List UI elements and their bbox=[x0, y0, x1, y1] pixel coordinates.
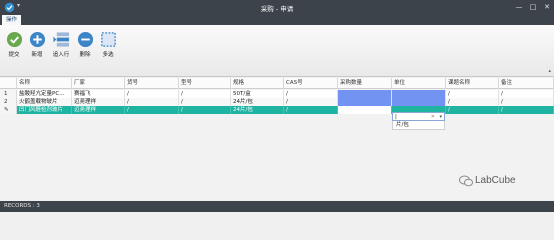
delete-button[interactable]: 删除 bbox=[74, 29, 96, 63]
cell-item-no[interactable]: / bbox=[125, 90, 179, 98]
column-header-project[interactable]: 课题名称 bbox=[446, 78, 499, 89]
row-number: 1 bbox=[0, 90, 17, 98]
wechat-icon bbox=[459, 175, 473, 187]
close-icon[interactable]: ✕ bbox=[540, 1, 554, 14]
cell-name[interactable]: 凹门风醛检剂玻片 bbox=[17, 106, 72, 114]
cell-manufacturer[interactable]: 迈尧理祥 bbox=[72, 98, 125, 106]
submit-label: 提交 bbox=[8, 52, 20, 58]
status-bar: RECORDS : 3 bbox=[0, 201, 554, 212]
multi-select-button[interactable]: 多选 bbox=[97, 29, 119, 63]
cell-remark[interactable]: / bbox=[499, 106, 554, 114]
cell-project[interactable]: / bbox=[446, 106, 499, 114]
row-edit-icon: ✎ bbox=[0, 106, 17, 114]
column-header-unit[interactable]: 单位 bbox=[392, 78, 446, 89]
multi-select-label: 多选 bbox=[102, 52, 114, 58]
window-title: 采购 - 申请 bbox=[260, 5, 294, 13]
table-row-selected[interactable]: ✎ 凹门风醛检剂玻片 迈尧理祥 / / 24片/包 / / / bbox=[0, 106, 554, 114]
ribbon-tabstrip: 操作 bbox=[0, 15, 554, 25]
check-circle-icon bbox=[6, 31, 22, 48]
delete-label: 删除 bbox=[79, 52, 91, 58]
cell-unit[interactable] bbox=[392, 98, 446, 106]
cell-manufacturer[interactable]: 赛福飞 bbox=[72, 90, 125, 98]
column-header-remark[interactable]: 备注 bbox=[499, 78, 554, 89]
minimize-icon[interactable]: — bbox=[512, 1, 526, 14]
records-count: RECORDS : 3 bbox=[4, 203, 40, 209]
cell-spec[interactable]: 24片/包 bbox=[231, 106, 284, 114]
table-row[interactable]: 2 火鹤盖载物玻片 迈尧理祥 / / 24片/包 / / / bbox=[0, 98, 554, 106]
insert-row-icon bbox=[52, 32, 69, 47]
cell-project[interactable]: / bbox=[446, 90, 499, 98]
cell-spec[interactable]: 24片/包 bbox=[231, 98, 284, 106]
chevron-down-icon[interactable]: ▾ bbox=[439, 113, 442, 121]
insert-row-label: 追入行 bbox=[52, 52, 70, 58]
cell-remark[interactable]: / bbox=[499, 90, 554, 98]
ribbon-toolbar: 提交 新增 追入行 删除 多选 ▴ bbox=[0, 25, 554, 77]
column-header-name[interactable]: 名称 bbox=[17, 78, 72, 89]
ribbon-collapse-icon[interactable]: ▴ bbox=[548, 68, 551, 74]
labcube-watermark: LabCube bbox=[459, 172, 539, 192]
cell-cas[interactable]: / bbox=[284, 98, 338, 106]
cell-name[interactable]: 火鹤盖载物玻片 bbox=[17, 98, 72, 106]
maximize-icon[interactable]: □ bbox=[526, 1, 540, 14]
insert-row-button[interactable]: 追入行 bbox=[49, 29, 73, 63]
cell-model[interactable]: / bbox=[179, 90, 231, 98]
cell-cas[interactable]: / bbox=[284, 106, 338, 114]
cell-unit[interactable] bbox=[392, 90, 446, 98]
clear-icon[interactable]: ✕ bbox=[431, 113, 435, 121]
cell-cas[interactable]: / bbox=[284, 90, 338, 98]
column-header-spec[interactable]: 规格 bbox=[231, 78, 284, 89]
grid-corner bbox=[0, 78, 17, 89]
row-number: 2 bbox=[0, 98, 17, 106]
cell-model[interactable]: / bbox=[179, 106, 231, 114]
column-header-cas[interactable]: CAS号 bbox=[284, 78, 338, 89]
plus-circle-icon bbox=[29, 31, 45, 48]
multi-select-icon bbox=[100, 32, 116, 47]
column-header-quantity[interactable]: 采购数量 bbox=[338, 78, 392, 89]
title-bar: ▾ 采购 - 申请 — □ ✕ bbox=[0, 0, 554, 15]
minus-circle-icon bbox=[77, 31, 93, 48]
table-row[interactable]: 1 盐酸羟亢定量PC... 赛福飞 / / 50T/盒 / / / bbox=[0, 90, 554, 98]
tab-operations[interactable]: 操作 bbox=[2, 15, 22, 25]
unit-select[interactable]: | ✕ ▾ bbox=[392, 112, 445, 121]
cell-item-no[interactable]: / bbox=[125, 106, 179, 114]
cell-project[interactable]: / bbox=[446, 98, 499, 106]
add-button[interactable]: 新增 bbox=[26, 29, 48, 63]
cell-quantity[interactable] bbox=[338, 90, 392, 98]
cell-quantity[interactable] bbox=[338, 98, 392, 106]
add-label: 新增 bbox=[31, 52, 43, 58]
column-header-item-no[interactable]: 货号 bbox=[125, 78, 179, 89]
cell-spec[interactable]: 50T/盒 bbox=[231, 90, 284, 98]
unit-option[interactable]: 片/包 bbox=[392, 121, 445, 130]
submit-button[interactable]: 提交 bbox=[3, 29, 25, 63]
column-header-model[interactable]: 型号 bbox=[179, 78, 231, 89]
watermark-text: LabCube bbox=[475, 175, 516, 186]
cell-quantity-editing[interactable] bbox=[338, 106, 392, 114]
cell-remark[interactable]: / bbox=[499, 98, 554, 106]
cell-model[interactable]: / bbox=[179, 98, 231, 106]
column-header-manufacturer[interactable]: 厂家 bbox=[72, 78, 125, 89]
cell-manufacturer[interactable]: 迈尧理祥 bbox=[72, 106, 125, 114]
cell-name[interactable]: 盐酸羟亢定量PC... bbox=[17, 90, 72, 98]
cell-item-no[interactable]: / bbox=[125, 98, 179, 106]
unit-select-value: | bbox=[395, 114, 397, 120]
